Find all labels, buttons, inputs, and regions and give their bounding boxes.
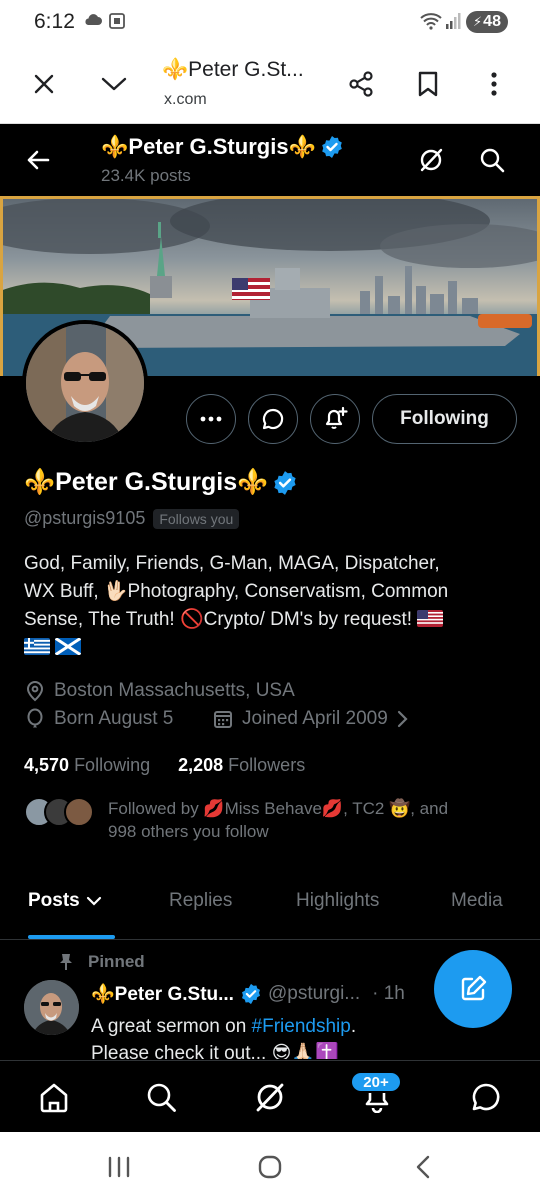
- post-author-handle: @psturgi...: [267, 983, 361, 1004]
- us-flag-icon: [417, 610, 444, 627]
- avatar-image: [24, 980, 79, 1035]
- browser-toolbar: ⚜️Peter G.St... x.com: [0, 44, 540, 124]
- profile-handle: @psturgis9105: [24, 508, 146, 528]
- bell-plus-icon: [325, 406, 348, 429]
- post-author-name[interactable]: ⚜️Peter G.Stu...: [91, 982, 234, 1006]
- following-stat[interactable]: 4,570 Following: [24, 755, 150, 776]
- hashtag-link[interactable]: #Friendship: [252, 1016, 351, 1037]
- profile-bio: God, Family, Friends, G-Man, MAGA, Dispa…: [24, 550, 518, 662]
- greek-flag-icon: [24, 638, 50, 655]
- nav-home[interactable]: [34, 1077, 74, 1117]
- bolt-icon: ⚡: [473, 14, 483, 29]
- post-time: · 1h: [372, 983, 405, 1004]
- location-row: Boston Massachusetts, USA: [24, 680, 295, 702]
- posts-count: 23.4K posts: [101, 166, 191, 185]
- home-icon: [40, 1083, 68, 1113]
- wifi-icon: [420, 12, 442, 35]
- grok-icon: [420, 148, 443, 172]
- follow-stats: 4,570 Following 2,208 Followers: [24, 755, 305, 776]
- status-time: 6:12: [34, 10, 75, 33]
- tab-media[interactable]: Media: [451, 890, 503, 912]
- post-text[interactable]: A great sermon on #Friendship. Please ch…: [91, 1013, 421, 1059]
- pin-icon: [60, 954, 72, 970]
- post-header: ⚜️Peter G.Stu... @psturgi... · 1h: [91, 982, 405, 1006]
- share-icon: [349, 71, 373, 97]
- recent-apps-button[interactable]: [104, 1152, 134, 1182]
- bottom-navigation: 20+: [0, 1060, 540, 1132]
- scottish-flag-icon: [55, 638, 82, 655]
- cloud-icon: [84, 12, 102, 31]
- search-icon: [480, 148, 505, 173]
- verified-badge-icon: [322, 136, 342, 158]
- following-button[interactable]: Following: [372, 394, 517, 444]
- profile-header: ⚜️Peter G.Sturgis⚜️ 23.4K posts: [0, 124, 540, 196]
- notifications-badge: 20+: [350, 1071, 402, 1093]
- follows-you-badge: Follows you: [153, 508, 240, 529]
- verified-badge-icon[interactable]: [272, 470, 298, 496]
- arrow-left-icon: [27, 150, 50, 170]
- balloon-icon: [27, 708, 43, 728]
- home-circle-icon: [258, 1155, 282, 1179]
- page-title: ⚜️Peter G.St...: [162, 58, 304, 81]
- profile-tabs: Posts Replies Highlights Media: [0, 880, 540, 940]
- share-button[interactable]: [339, 62, 383, 106]
- nav-messages[interactable]: [466, 1077, 506, 1117]
- handle-row: @psturgis9105 Follows you: [24, 508, 240, 529]
- calendar-icon: [214, 711, 232, 728]
- pinned-label: Pinned: [58, 952, 145, 972]
- nav-grok[interactable]: [250, 1077, 290, 1117]
- message-bubble-icon: [262, 408, 284, 430]
- chevron-down-icon: [86, 896, 101, 906]
- chevron-down-icon: [101, 77, 127, 91]
- search-icon: [147, 1083, 176, 1112]
- profile-avatar[interactable]: [22, 320, 148, 446]
- close-tab-button[interactable]: [22, 62, 66, 106]
- grok-icon: [256, 1083, 284, 1112]
- recent-apps-icon: [108, 1156, 130, 1178]
- nav-search[interactable]: [141, 1077, 181, 1117]
- home-system-button[interactable]: [255, 1152, 285, 1182]
- more-menu-button[interactable]: [472, 62, 516, 106]
- bookmark-icon: [418, 71, 438, 97]
- followed-by-avatars[interactable]: [24, 797, 94, 827]
- bookmark-button[interactable]: [406, 62, 450, 106]
- back-system-button[interactable]: [408, 1152, 438, 1182]
- location-pin-icon: [26, 680, 44, 702]
- back-button[interactable]: [20, 142, 56, 178]
- system-navigation: [0, 1132, 540, 1200]
- profile-name: ⚜️Peter G.Sturgis⚜️: [24, 468, 298, 497]
- active-tab-indicator: [28, 935, 115, 939]
- avatar: [64, 797, 94, 827]
- page-domain: x.com: [164, 91, 207, 108]
- joined-row[interactable]: Joined April 2009: [212, 708, 408, 730]
- status-bar: 6:12 ⚡ 48: [0, 0, 540, 44]
- message-bubble-icon: [472, 1083, 500, 1111]
- message-button[interactable]: [248, 394, 298, 444]
- grok-button[interactable]: [413, 142, 449, 178]
- tab-posts[interactable]: Posts: [28, 890, 102, 912]
- followers-stat[interactable]: 2,208 Followers: [178, 755, 305, 776]
- more-horizontal-icon: [200, 416, 222, 422]
- post-author-avatar[interactable]: [24, 980, 79, 1035]
- tab-replies[interactable]: Replies: [169, 890, 232, 912]
- tab-highlights[interactable]: Highlights: [296, 890, 379, 912]
- chevron-left-icon: [416, 1155, 430, 1179]
- compose-icon: [461, 975, 487, 1001]
- more-vertical-icon: [491, 72, 497, 96]
- header-name: ⚜️Peter G.Sturgis⚜️: [101, 134, 344, 160]
- screenshot-icon: [108, 12, 126, 35]
- signal-icon: [445, 12, 461, 35]
- collapse-button[interactable]: [92, 62, 136, 106]
- close-icon: [34, 74, 54, 94]
- followed-by-text[interactable]: Followed by 💋Miss Behave💋, TC2 🤠, and 99…: [108, 797, 508, 843]
- chevron-right-icon: [397, 710, 408, 728]
- birthday-row: Born August 5: [24, 708, 173, 730]
- verified-badge-icon: [241, 983, 260, 1005]
- compose-post-button[interactable]: [434, 950, 512, 1028]
- search-button[interactable]: [474, 142, 510, 178]
- avatar-image: [26, 324, 144, 442]
- more-options-button[interactable]: [186, 394, 236, 444]
- battery-indicator: ⚡ 48: [466, 11, 508, 33]
- notify-button[interactable]: [310, 394, 360, 444]
